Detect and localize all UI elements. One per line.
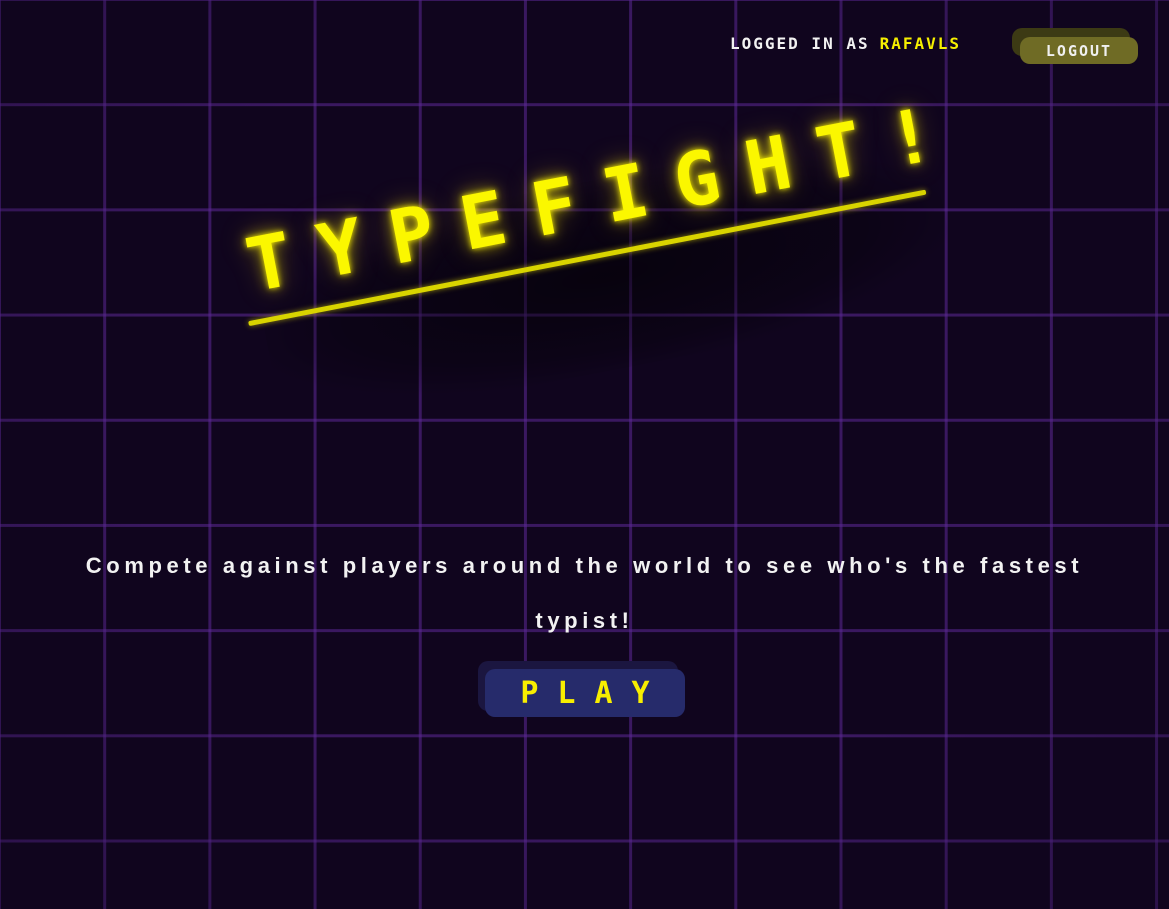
play-button[interactable]: PLAY bbox=[485, 669, 685, 717]
title-block: TYPEFIGHT! bbox=[240, 87, 968, 435]
play-button-wrap: PLAY bbox=[478, 661, 688, 719]
tagline: Compete against players around the world… bbox=[85, 553, 1084, 633]
background-vignette bbox=[0, 0, 1169, 909]
logout-button[interactable]: LOGOUT bbox=[1020, 37, 1138, 64]
logged-in-label: LOGGED IN AS bbox=[730, 34, 870, 53]
logout-button-wrap: LOGOUT bbox=[1012, 28, 1140, 66]
username: RAFAVLS bbox=[879, 34, 962, 53]
home-page: LOGGED IN AS RAFAVLS LOGOUT TYPEFIGHT! C… bbox=[0, 0, 1169, 909]
login-status: LOGGED IN AS RAFAVLS bbox=[730, 34, 961, 53]
